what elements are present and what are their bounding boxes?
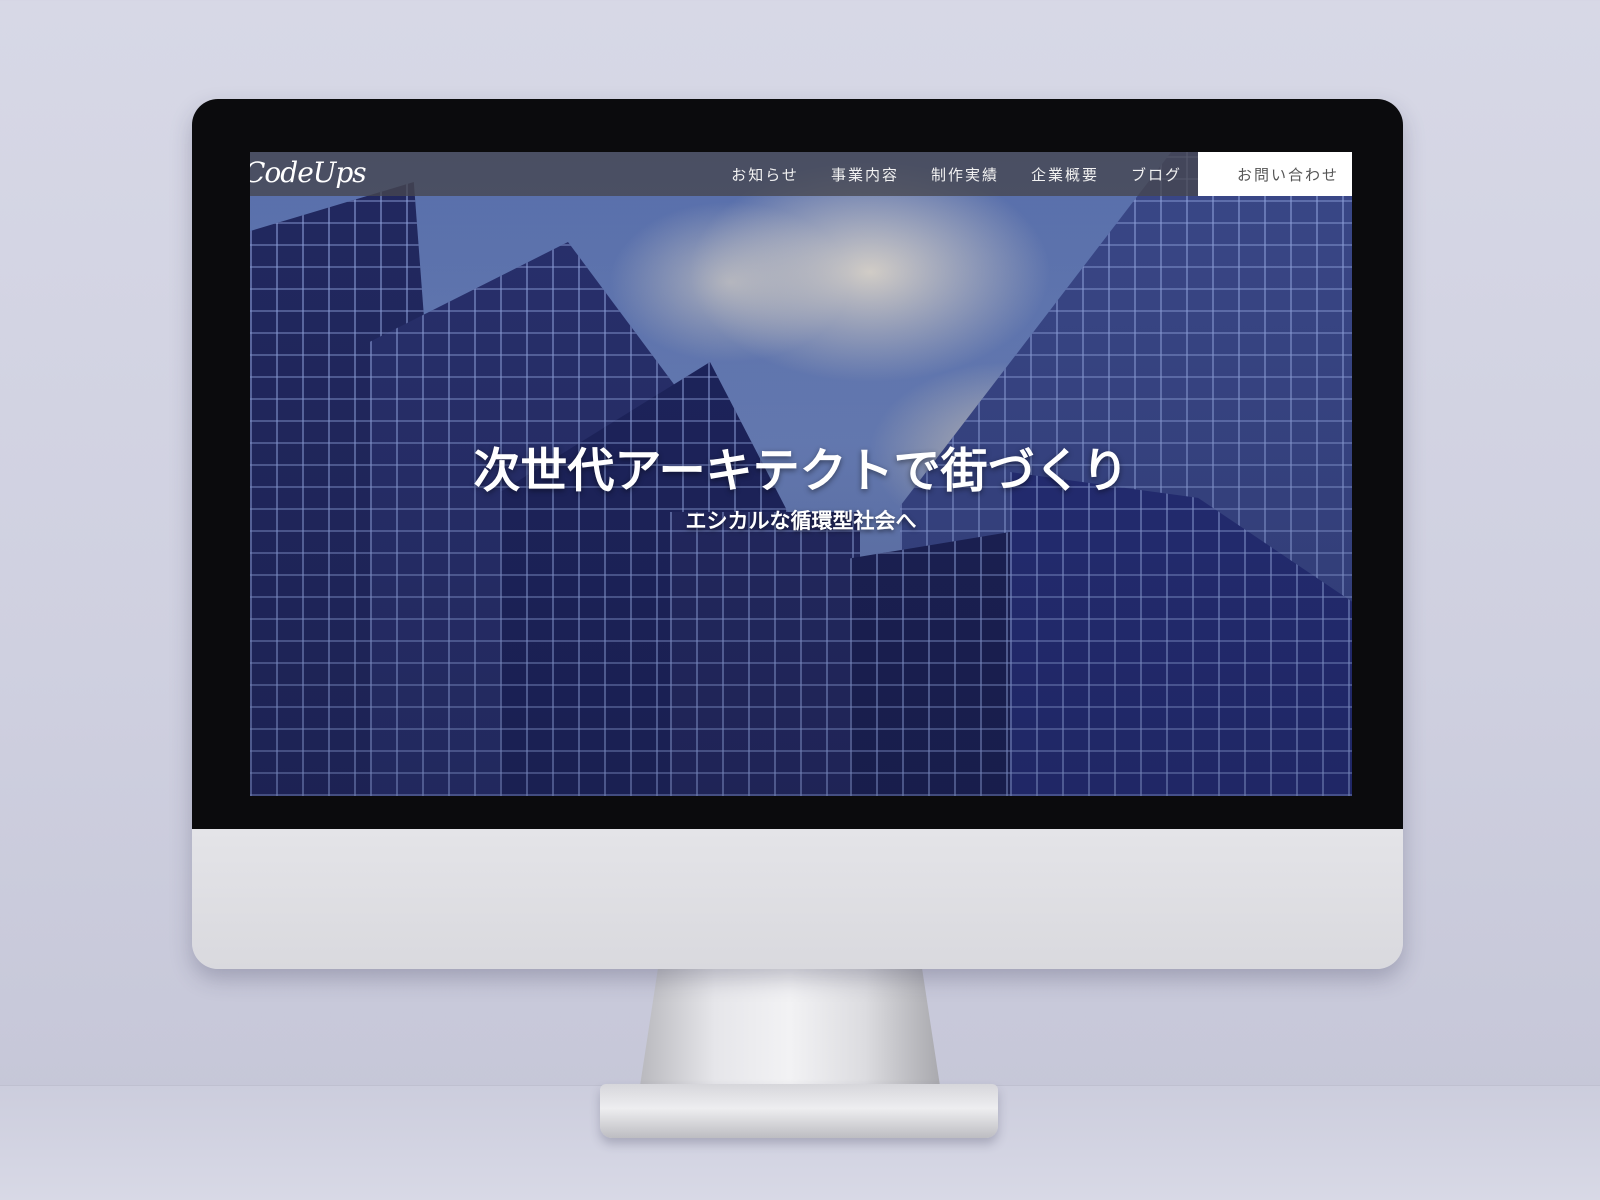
nav-item-blog[interactable]: ブログ <box>1131 164 1182 185</box>
monitor-stand-base <box>600 1084 998 1138</box>
monitor-chin <box>192 829 1403 969</box>
nav-item-business[interactable]: 事業内容 <box>831 164 899 185</box>
hero-title: 次世代アーキテクトで街づくり <box>473 444 1129 499</box>
site-logo[interactable]: CodeUps <box>250 156 367 189</box>
nav-item-news[interactable]: お知らせ <box>731 164 799 185</box>
site-header: CodeUps お知らせ 事業内容 制作実績 企業概要 ブログ お問い合わせ <box>250 152 1352 196</box>
global-nav: お知らせ 事業内容 制作実績 企業概要 ブログ <box>731 152 1182 196</box>
monitor-stand <box>640 968 940 1086</box>
nav-item-works[interactable]: 制作実績 <box>931 164 999 185</box>
website-screen: CodeUps お知らせ 事業内容 制作実績 企業概要 ブログ お問い合わせ 次… <box>250 152 1352 796</box>
hero-subtitle: エシカルな循環型社会へ <box>685 509 917 533</box>
nav-item-company[interactable]: 企業概要 <box>1031 164 1099 185</box>
contact-button[interactable]: お問い合わせ <box>1198 152 1352 196</box>
